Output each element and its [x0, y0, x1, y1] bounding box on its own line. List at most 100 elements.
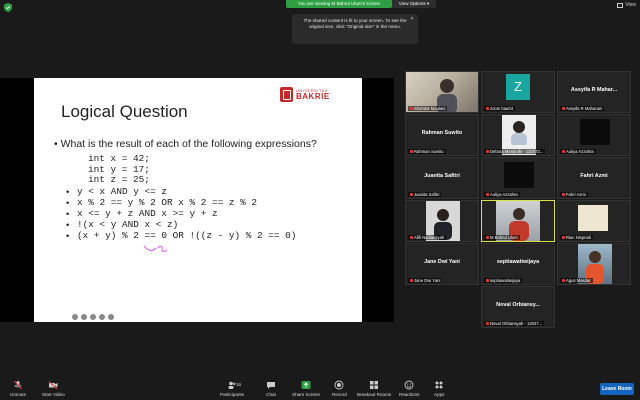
share-screen-label: Share Screen: [292, 392, 321, 397]
chat-icon: [267, 382, 275, 389]
muted-mic-icon: [410, 193, 413, 196]
pen-icon[interactable]: [81, 314, 87, 320]
muted-mic-icon: [410, 236, 413, 239]
university-logo: UNIVERSITAS BAKRIE: [280, 87, 330, 102]
code-block: int x = 42; int y = 17; int z = 25;: [88, 153, 150, 186]
participant-label: septiawatiwijaya: [484, 278, 523, 283]
viewing-banner: You are viewing M Bahrul Ulum's screen: [286, 0, 392, 8]
muted-mic-icon: [410, 150, 413, 153]
logo-mark-icon: [280, 87, 293, 102]
participant-label: zoom baa04: [484, 106, 516, 111]
participant-label: Debora Marianthi - 122072...: [484, 149, 546, 154]
participant-label: Jane Dwi Yani: [408, 278, 443, 283]
participant-tile[interactable]: Agus Masdar: [557, 243, 631, 285]
participant-label: M Bahrul Ulum: [484, 235, 520, 240]
person-video: [511, 121, 527, 145]
next-icon[interactable]: [108, 314, 114, 320]
participant-label-text: Assyifa R Maharani: [566, 106, 603, 111]
participant-label: Juanita Safitri: [408, 192, 442, 197]
chat-button[interactable]: Chat: [266, 380, 276, 397]
participant-tile[interactable]: Auliya Azzahra: [481, 157, 555, 199]
participant-label-text: Juanita Safitri: [414, 192, 440, 197]
start-video-button[interactable]: Start Video: [42, 380, 65, 397]
participant-tile[interactable]: Rian Nispradi: [557, 200, 631, 242]
tooltip-text: The shared content is fit to your screen…: [303, 18, 407, 29]
muted-mic-icon: [410, 107, 413, 110]
apps-button[interactable]: Apps: [434, 380, 444, 397]
participant-label-text: Rahman Suwito: [414, 149, 444, 154]
shield-icon[interactable]: [4, 3, 12, 12]
muted-mic-icon: [486, 322, 489, 325]
expression-item: y < x AND y <= z: [66, 186, 296, 197]
participant-name: Jane Dwi Yani: [424, 259, 460, 265]
unmute-button[interactable]: Unmute: [10, 380, 26, 397]
view-label: View: [625, 2, 636, 8]
participant-tile[interactable]: Fahri Azmi Fahri Azmi: [557, 157, 631, 199]
code-line: int z = 25;: [88, 174, 150, 185]
slides-icon[interactable]: [90, 314, 96, 320]
reactions-icon: [404, 380, 414, 390]
muted-mic-icon: [486, 150, 489, 153]
participant-tile[interactable]: septiawatiwijaya septiawatiwijaya: [481, 243, 555, 285]
participant-tile[interactable]: Noval Orbiansy... Noval Orbiansyah - 120…: [481, 286, 555, 328]
record-button[interactable]: Record: [332, 380, 347, 397]
record-label: Record: [332, 392, 347, 397]
shared-screen[interactable]: Logical Question UNIVERSITAS BAKRIE • Wh…: [0, 78, 394, 322]
participant-name: Rahman Suwito: [421, 130, 463, 136]
participant-name: Noval Orbiansy...: [496, 302, 540, 308]
breakout-rooms-button[interactable]: Breakout Rooms: [357, 380, 391, 397]
participant-label: Rahman Suwito: [408, 149, 446, 154]
muted-mic-icon: [562, 279, 565, 282]
view-button[interactable]: View: [617, 2, 636, 8]
expression-list: y < x AND y <= z x % 2 == y % 2 OR x % 2…: [66, 186, 296, 241]
reactions-label: Reactions: [399, 392, 420, 397]
muted-mic-icon: [562, 107, 565, 110]
active-speaker-tile[interactable]: M Bahrul Ulum: [481, 200, 555, 242]
view-options-button[interactable]: View Options ▾: [392, 0, 436, 8]
breakout-rooms-label: Breakout Rooms: [357, 392, 392, 397]
participant-tile[interactable]: Afifi Nadiansyah: [405, 200, 479, 242]
start-video-label: Start Video: [42, 392, 65, 397]
participant-label: Agus Masdar: [560, 278, 593, 283]
participant-label: Rian Nispradi: [560, 235, 594, 240]
participants-label: Participants: [220, 392, 245, 397]
participant-label: Afifi Nadiansyah: [408, 235, 447, 240]
muted-mic-icon: [486, 279, 489, 282]
prev-icon[interactable]: [72, 314, 78, 320]
participant-tile[interactable]: Juanita Safitri Juanita Safitri: [405, 157, 479, 199]
zoom-icon[interactable]: [99, 314, 105, 320]
participant-label-text: Rian Nispradi: [566, 235, 592, 240]
participant-tile[interactable]: Assyifa R Mahar... Assyifa R Maharani: [557, 71, 631, 113]
muted-mic-icon: [486, 236, 489, 239]
record-icon: [334, 380, 344, 390]
zoom-window: You are viewing M Bahrul Ulum's screen V…: [0, 0, 640, 400]
slide-title: Logical Question: [61, 102, 188, 121]
participant-label-text: Debora Marianthi - 122072...: [490, 149, 544, 154]
muted-mic-icon: [562, 236, 565, 239]
participant-label-text: Auliya Azzahra: [566, 149, 594, 154]
participant-tile[interactable]: Debora Marianthi - 122072...: [481, 114, 555, 156]
participant-label-text: Fahri Azmi: [566, 192, 586, 197]
close-icon[interactable]: ✕: [410, 16, 414, 22]
reactions-button[interactable]: Reactions: [399, 380, 419, 397]
participant-name: Juanita Safitri: [424, 173, 460, 179]
participant-tile[interactable]: Jane Dwi Yani Jane Dwi Yani: [405, 243, 479, 285]
participants-count: 16: [236, 382, 242, 387]
grid-icon: [617, 2, 624, 8]
participant-label: Shahdat Maulani: [408, 106, 448, 111]
fit-screen-tooltip: ✕ The shared content is fit to your scre…: [292, 14, 418, 44]
participant-tile[interactable]: Auliya Azzahra: [557, 114, 631, 156]
participant-label: Noval Orbiansyah - 12027...: [484, 321, 545, 326]
unmute-label: Unmute: [10, 392, 27, 397]
share-screen-button[interactable]: Share Screen: [292, 380, 320, 397]
participant-tile[interactable]: Rahman Suwito Rahman Suwito: [405, 114, 479, 156]
participant-name: Fahri Azmi: [580, 173, 608, 179]
breakout-rooms-icon: [370, 381, 379, 389]
chat-label: Chat: [266, 392, 276, 397]
leave-room-button[interactable]: Leave Room: [600, 383, 634, 395]
muted-mic-icon: [410, 279, 413, 282]
question-text: • What is the result of each of the foll…: [54, 138, 317, 150]
logo-name: BAKRIE: [296, 91, 330, 101]
participant-tile[interactable]: Shahdat Maulani: [405, 71, 479, 113]
participant-tile[interactable]: Z zoom baa04: [481, 71, 555, 113]
